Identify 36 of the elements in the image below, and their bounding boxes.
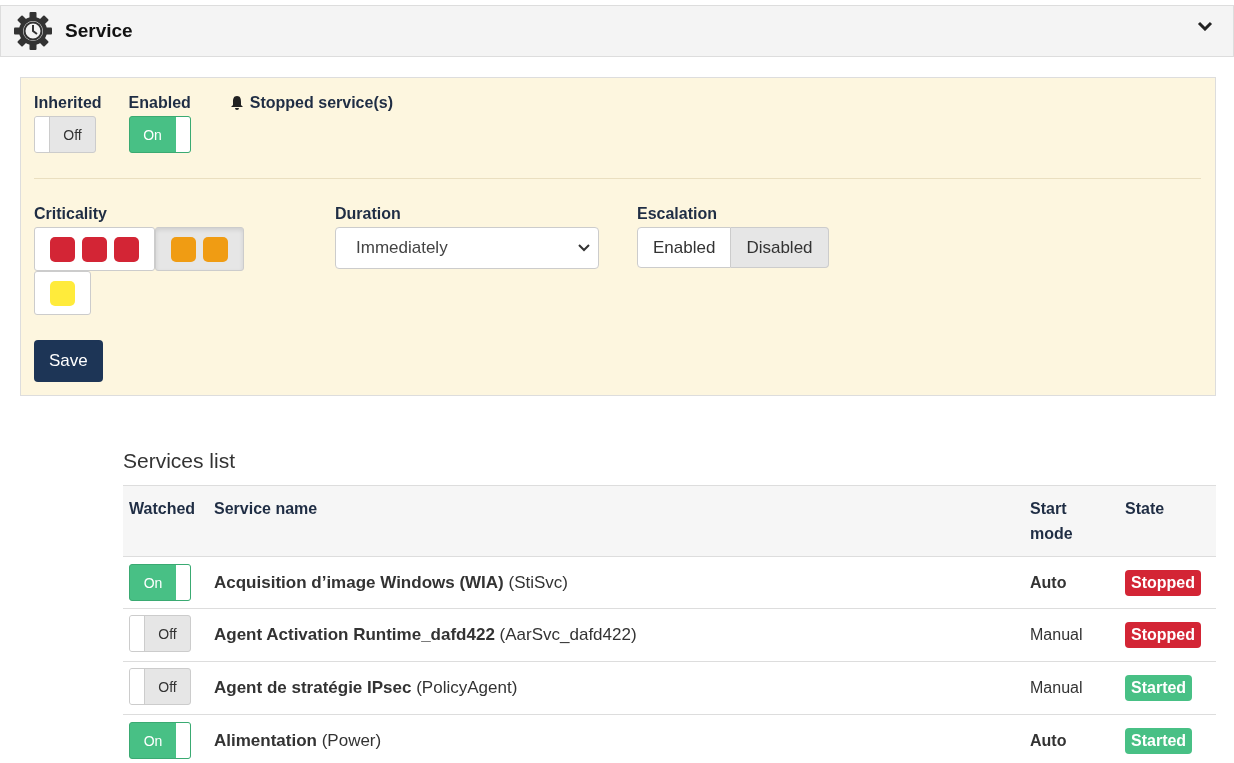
state-badge: Stopped <box>1125 622 1201 648</box>
bell-icon <box>229 95 244 111</box>
field-label: Inherited <box>34 94 102 112</box>
start-mode: Manual <box>1030 679 1083 696</box>
alert-label: Stopped service(s) <box>249 94 393 112</box>
field-label: Duration <box>335 205 402 223</box>
state-badge: Stopped <box>1125 569 1201 596</box>
service-name: Agent de stratégie IPsec (PolicyAgent) <box>214 678 518 697</box>
field-label: Criticality <box>34 205 108 223</box>
column-header: Start mode <box>1030 500 1073 542</box>
toggle-switch[interactable]: Off <box>129 668 191 705</box>
field-label: Enabled <box>128 94 191 112</box>
caret-icon <box>578 244 590 252</box>
save-button[interactable]: Save <box>34 340 103 382</box>
state-badge: Started <box>1125 675 1193 701</box>
service-name: Alimentation (Power) <box>214 730 382 750</box>
column-header: Watched <box>129 500 196 517</box>
state-badge: Started <box>1125 727 1193 754</box>
chevron-icon[interactable] <box>1197 21 1213 31</box>
escalation-option[interactable]: Disabled <box>731 227 829 268</box>
duration-dropdown[interactable]: Immediately <box>335 227 599 269</box>
field-label: Escalation <box>637 205 719 223</box>
section-title: Service <box>65 20 134 42</box>
start-mode: Manual <box>1030 626 1083 643</box>
escalation-option[interactable]: Enabled <box>637 227 732 268</box>
service-name: Acquisition d’image Windows (WIA) (StiSvc) <box>214 572 568 592</box>
criticality-option[interactable] <box>34 227 155 271</box>
toggle-switch[interactable]: Off <box>34 116 96 153</box>
column-header: State <box>1125 500 1165 517</box>
list-title: Services list <box>123 449 237 473</box>
gear-clock-icon <box>13 11 53 51</box>
start-mode: Auto <box>1030 731 1067 749</box>
column-header: Service name <box>214 500 318 517</box>
service-name: Agent Activation Runtime_dafd422 (AarSvc_dafd422) <box>214 625 637 644</box>
toggle-switch[interactable]: Off <box>129 615 191 652</box>
start-mode: Auto <box>1030 573 1067 591</box>
